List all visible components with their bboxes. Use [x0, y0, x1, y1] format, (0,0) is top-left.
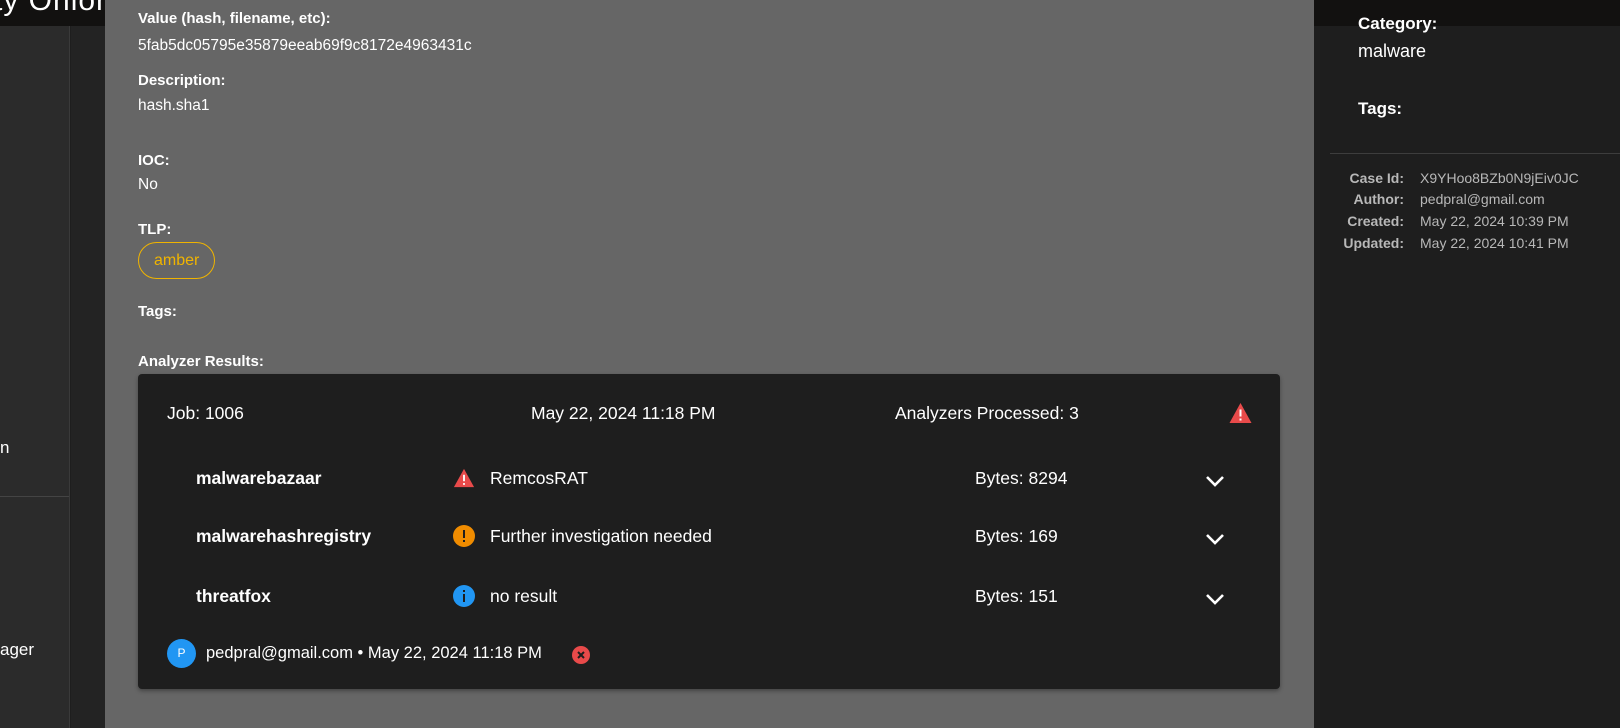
analyzer-summary: no result — [490, 586, 558, 606]
case-details-sidebar: Category: malware Tags: Case Id: X9YHoo8… — [1314, 14, 1620, 728]
meta-value: X9YHoo8BZb0N9jEiv0JC — [1420, 170, 1579, 186]
ioc-value: No — [138, 176, 158, 193]
analyzer-row[interactable]: threatfox no result Bytes: 151 — [138, 568, 1280, 626]
description-label: Description: — [138, 72, 226, 89]
analyzer-job-card: Job: 1006 May 22, 2024 11:18 PM Analyzer… — [138, 374, 1280, 689]
content-gutter — [71, 26, 105, 728]
job-id: Job: 1006 — [167, 403, 244, 423]
meta-value: May 22, 2024 10:41 PM — [1420, 235, 1569, 251]
sidebar-divider — [1330, 153, 1620, 154]
meta-key: Case Id: — [1349, 170, 1404, 186]
warning-icon — [1229, 403, 1252, 423]
nav-item-partial[interactable]: n — [0, 438, 9, 458]
meta-key: Updated: — [1343, 235, 1404, 251]
job-footer: P pedpral@gmail.com • May 22, 2024 11:18… — [138, 637, 1280, 669]
analyzer-row[interactable]: malwarebazaar RemcosRAT Bytes: 8294 — [138, 450, 1280, 508]
alert-circle-icon — [453, 525, 475, 547]
analyzer-bytes: Bytes: 169 — [975, 526, 1058, 546]
analyzer-row[interactable]: malwarehashregistry Further investigatio… — [138, 508, 1280, 566]
description-value: hash.sha1 — [138, 97, 210, 114]
tlp-chip[interactable]: amber — [138, 242, 216, 279]
analyzer-bytes: Bytes: 151 — [975, 586, 1058, 606]
value-label: Value (hash, filename, etc): — [138, 10, 331, 27]
analyzer-name: threatfox — [196, 586, 271, 606]
category-label: Category: — [1358, 14, 1438, 33]
analyzer-results-label: Analyzer Results: — [138, 353, 264, 370]
job-header: Job: 1006 May 22, 2024 11:18 PM Analyzer… — [138, 374, 1280, 450]
brand-logo-text[interactable]: ty Onion — [0, 0, 114, 18]
observable-value: 5fab5dc05795e35879eeab69f9c8172e4963431c — [138, 37, 472, 54]
job-author-date: pedpral@gmail.com • May 22, 2024 11:18 P… — [206, 644, 542, 662]
ioc-label: IOC: — [138, 152, 170, 169]
meta-value: pedpral@gmail.com — [1420, 191, 1545, 207]
analyzer-name: malwarebazaar — [196, 468, 322, 488]
chevron-down-icon[interactable] — [1200, 524, 1230, 554]
warning-icon — [453, 468, 475, 488]
info-icon — [453, 585, 475, 607]
analyzer-summary: RemcosRAT — [490, 468, 588, 488]
category-value: malware — [1358, 41, 1427, 61]
meta-key: Created: — [1347, 213, 1404, 229]
nav-divider — [0, 496, 69, 497]
created-row: Created: May 22, 2024 10:39 PM — [1314, 213, 1620, 235]
meta-key: Author: — [1353, 191, 1404, 207]
chevron-down-icon[interactable] — [1200, 584, 1230, 614]
case-id-row: Case Id: X9YHoo8BZb0N9jEiv0JC — [1314, 170, 1620, 192]
chevron-down-icon[interactable] — [1200, 466, 1230, 496]
analyzer-summary: Further investigation needed — [490, 526, 712, 546]
analyzer-name: malwarehashregistry — [196, 526, 372, 546]
avatar: P — [167, 639, 196, 668]
updated-row: Updated: May 22, 2024 10:41 PM — [1314, 235, 1620, 257]
tags-label: Tags: — [138, 303, 177, 320]
tlp-label: TLP: — [138, 221, 172, 238]
nav-item-partial-manager[interactable]: ager — [0, 640, 34, 660]
analyzer-bytes: Bytes: 8294 — [975, 468, 1068, 488]
observable-detail-panel: Value (hash, filename, etc): 5fab5dc0579… — [105, 0, 1314, 728]
analyzers-processed: Analyzers Processed: 3 — [895, 403, 1079, 423]
case-tags-label: Tags: — [1358, 99, 1403, 118]
delete-job-icon[interactable] — [572, 646, 590, 664]
job-date: May 22, 2024 11:18 PM — [531, 403, 716, 423]
author-row: Author: pedpral@gmail.com — [1314, 191, 1620, 213]
meta-value: May 22, 2024 10:39 PM — [1420, 213, 1569, 229]
left-nav-drawer: n ager — [0, 26, 70, 728]
